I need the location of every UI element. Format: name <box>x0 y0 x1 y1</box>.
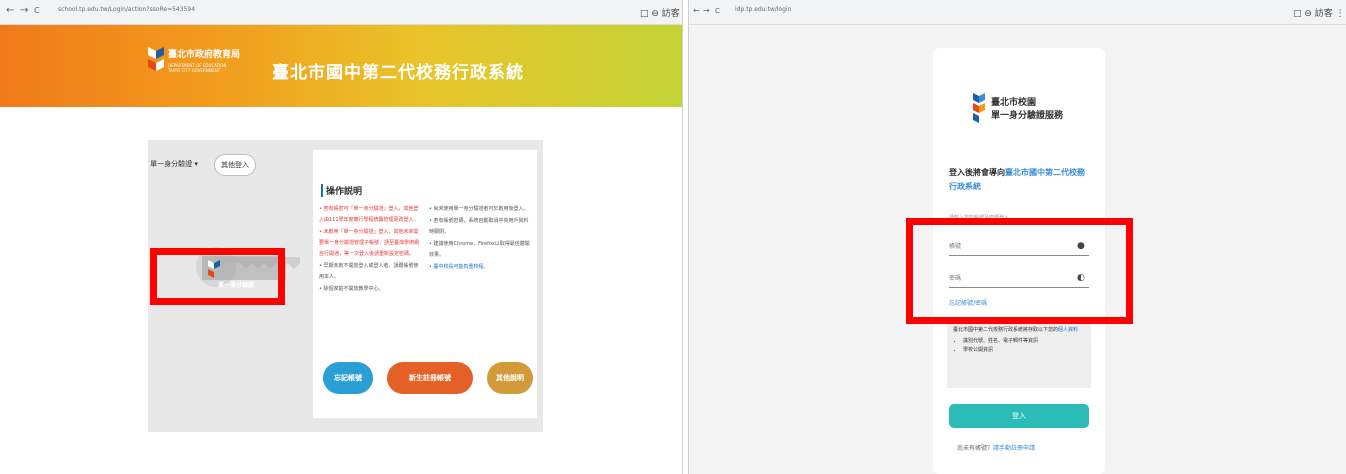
reload-icon[interactable]: C <box>34 6 40 16</box>
org-name: 臺北市政府教育局 <box>168 50 241 60</box>
notice-item: • 建議使用Chrome、Firefox以取得最佳體驗效果。 <box>429 241 530 258</box>
browser-profile-icons[interactable]: □ ⊖ 訪客 ⋮ <box>1293 6 1345 19</box>
notice-item: • 未啟用「單一身分驗證」登入，其他未來需要單一身分驗證管理子帳號，請至臺灣學術… <box>319 229 420 257</box>
system-title: 臺北市國中第二代校務行政系統 <box>272 63 524 83</box>
notice-item: • 早期未啟不開放登入或登入者，請跟帳號使用本人。 <box>319 263 419 280</box>
left-screenshot: ← → C school.tp.edu.tw/Login/action?ssoR… <box>0 0 682 474</box>
browser-toolbar: ← → C school.tp.edu.tw/Login/action?ssoR… <box>0 0 682 25</box>
portal-name: 臺北市校園 單一身分驗證服務 <box>991 98 1064 121</box>
notice-item: • 若有帳密可「單一身分驗證」登入，其他登入由111學年度實行學程統籌管理更改登… <box>319 206 419 223</box>
notice-item: • 除個家庭不開放教學中心。 <box>319 286 384 292</box>
notice-card: 操作説明 • 若有帳密可「單一身分驗證」登入，其他登入由111學年度實行學程統籌… <box>313 150 537 418</box>
highlight-box-credentials <box>906 218 1133 324</box>
screenshot-divider <box>682 0 689 474</box>
notice-column-2: • 尚未使用單一身分驗證者可於啟用後登入。 • 若有帳號密碼，系統自動取消中央用… <box>429 204 533 274</box>
system-header: 臺北市政府教育局 DEPARTMENT OF EDUCATION TAIPEI … <box>0 25 682 107</box>
back-icon[interactable]: ← <box>6 6 14 16</box>
right-screenshot: ← → C idp.tp.edu.tw/login □ ⊖ 訪客 ⋮ 臺北市校園… <box>689 0 1346 474</box>
register-link[interactable]: 請手動註冊申請 <box>993 445 1035 452</box>
tab-other-login[interactable]: 其他登入 <box>214 154 256 176</box>
new-student-button[interactable]: 新生註冊帳號 <box>387 362 473 394</box>
city-education-logo-icon <box>148 47 164 71</box>
notice-title: 操作説明 <box>321 184 362 197</box>
back-icon[interactable]: ← <box>693 6 700 16</box>
reload-icon[interactable]: C <box>715 6 720 16</box>
login-button[interactable]: 登入 <box>949 404 1089 428</box>
notice-item: • 若有帳號密碼，系統自動取消中央用戶資料時關閉。 <box>429 218 529 235</box>
info-item: 學校公開資訊 <box>963 346 1085 355</box>
info-item: 識別代號、姓名、電子郵件等資訊 <box>963 337 1085 346</box>
address-bar[interactable]: school.tp.edu.tw/Login/action?ssoRe=5435… <box>58 6 195 13</box>
browser-profile-icons[interactable]: □ ⊖ 訪客 <box>640 6 680 19</box>
forgot-account-button[interactable]: 忘記帳號 <box>323 362 373 394</box>
other-info-button[interactable]: 其他說明 <box>487 362 533 394</box>
login-redirect-text: 登入後將會導向臺北市國中第二代校務行政系統 <box>949 168 1085 191</box>
notice-item: • 尚未使用單一身分驗證者可於啟用後登入。 <box>429 206 529 212</box>
forward-icon[interactable]: → <box>703 6 710 16</box>
address-bar[interactable]: idp.tp.edu.tw/login <box>735 6 791 13</box>
highlight-box-sso <box>150 248 285 305</box>
forward-icon[interactable]: → <box>20 6 28 16</box>
campus-sso-logo-icon <box>973 93 985 123</box>
privacy-info-box: 臺北市國中第二代校務行政系統將存取以下您的個人資料 識別代號、姓名、電子郵件等資… <box>947 320 1091 388</box>
no-account-text: 尚未有帳號？請手動註冊申請 <box>957 445 1036 452</box>
personal-data-link[interactable]: 個人資料 <box>1058 327 1078 333</box>
tab-sso[interactable]: 單一身分驗證 ▾ <box>144 154 204 174</box>
notice-column-1: • 若有帳密可「單一身分驗證」登入，其他登入由111學年度實行學程統籌管理更改登… <box>319 204 423 296</box>
notice-item: • 臺中校長可能負重校程。 <box>429 264 489 270</box>
org-subtitle: DEPARTMENT OF EDUCATION TAIPEI CITY GOVE… <box>168 63 227 73</box>
browser-toolbar: ← → C idp.tp.edu.tw/login □ ⊖ 訪客 ⋮ <box>689 0 1346 25</box>
